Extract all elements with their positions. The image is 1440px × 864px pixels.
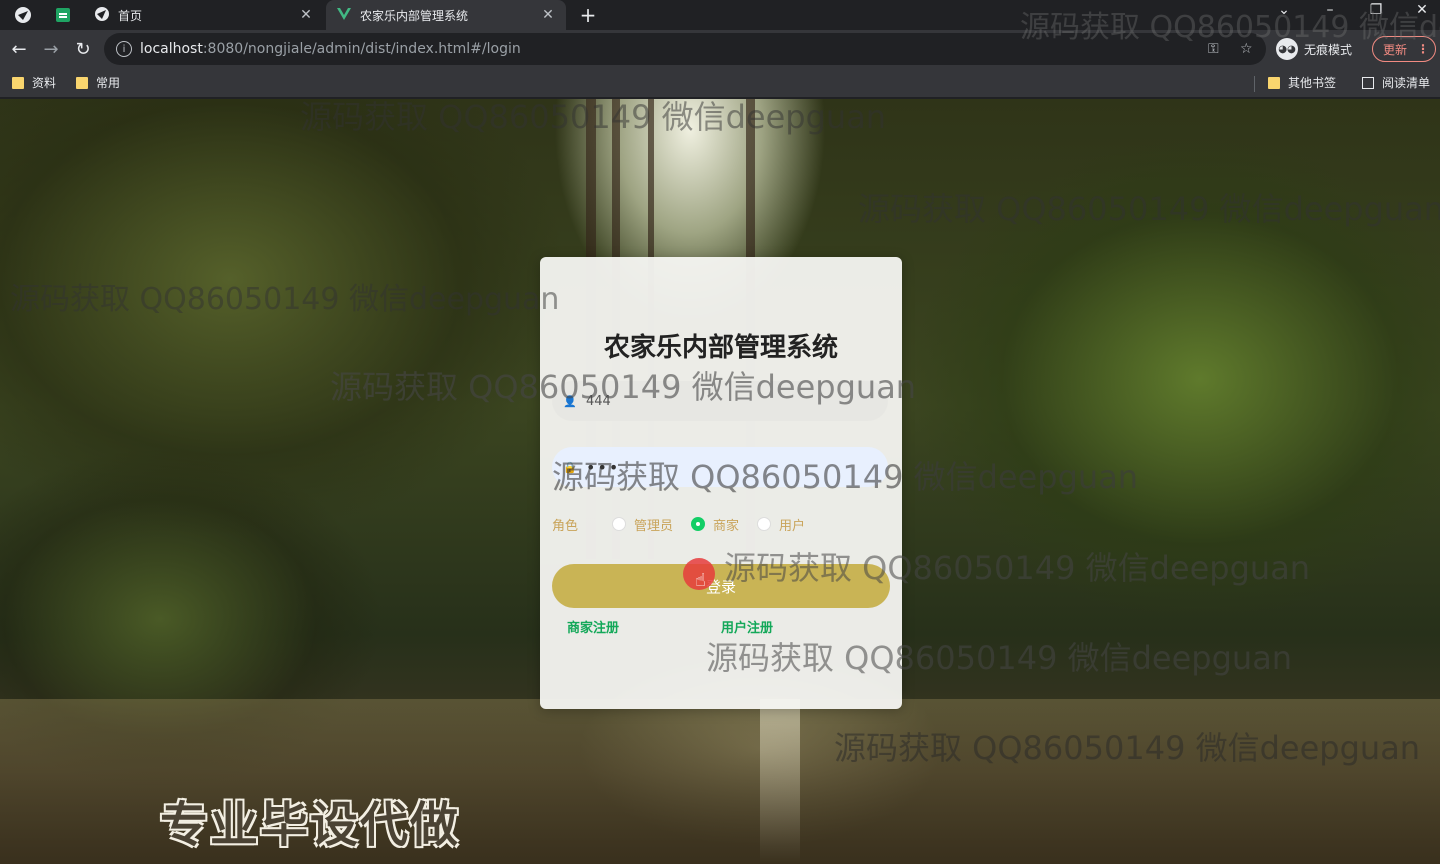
- radio-dot: [757, 517, 772, 531]
- role-radio-admin[interactable]: 管理员: [612, 515, 673, 534]
- watermark: 源码获取 QQ86050149 微信deepguan: [724, 549, 1311, 587]
- system-title: 农家乐内部管理系统: [603, 333, 838, 363]
- vue-icon: [336, 6, 352, 25]
- site-info-icon[interactable]: i: [116, 41, 132, 57]
- tab-active-title: 农家乐内部管理系统: [360, 8, 469, 23]
- forward-button[interactable]: →: [38, 36, 64, 62]
- role-label: 角色: [552, 518, 579, 534]
- watermark: 源码获取 QQ86050149 微信deepguan: [300, 98, 887, 136]
- role-radio-user[interactable]: 用户: [757, 515, 805, 534]
- radio-dot: [612, 517, 627, 531]
- watermark: 源码获取 QQ86050149 微信deepguan: [330, 368, 917, 406]
- reading-list-icon: [1362, 76, 1374, 89]
- tab-home-close-icon[interactable]: ✕: [296, 7, 316, 23]
- bookmark-label: 阅读清单: [1382, 76, 1431, 90]
- back-button[interactable]: ←: [6, 36, 32, 62]
- promo-text: 专业毕设代做: [160, 797, 461, 853]
- role-option-label: 管理员: [634, 518, 674, 534]
- bookmark-label: 常用: [96, 76, 121, 90]
- url-host: localhost: [140, 41, 203, 57]
- register-merchant-link[interactable]: 商家注册: [567, 617, 619, 636]
- role-option-label: 用户: [779, 518, 806, 534]
- tab-home[interactable]: 首页 ✕: [84, 0, 324, 30]
- sheet-app-icon[interactable]: [52, 4, 74, 26]
- folder-icon: [12, 76, 24, 89]
- url-path: :8080/nongjiale/admin/dist/index.html#/l…: [202, 41, 521, 57]
- watermark: 源码获取 QQ86050149 微信deepguan: [858, 190, 1440, 228]
- reading-list[interactable]: 阅读清单: [1362, 74, 1430, 91]
- watermark: 源码获取 QQ86050149 微信deepguan: [10, 282, 560, 317]
- folder-icon: [76, 76, 88, 89]
- bookmark-folder-changyong[interactable]: 常用: [76, 74, 120, 91]
- tab-active-close-icon[interactable]: ✕: [538, 7, 558, 23]
- radio-dot-checked: [691, 517, 706, 531]
- bookmark-label: 其他书签: [1288, 76, 1337, 90]
- folder-icon: [1268, 76, 1280, 89]
- watermark: 源码获取 QQ86050149 微信deepguan: [834, 729, 1421, 767]
- hand-cursor-icon: ☝: [695, 570, 706, 591]
- role-radio-merchant[interactable]: 商家: [691, 515, 739, 534]
- bookmark-other[interactable]: 其他书签: [1268, 74, 1336, 91]
- bookmark-separator: [1254, 76, 1255, 92]
- watermark: 源码获取 QQ86050149 微信deepguan: [552, 458, 1139, 496]
- role-option-label: 商家: [713, 518, 740, 534]
- new-tab-button[interactable]: +: [576, 3, 600, 27]
- watermark: 源码获取 QQ86050149 微信deepguan: [706, 639, 1293, 677]
- bookmark-folder-ziliao[interactable]: 资料: [12, 74, 56, 91]
- tab-active[interactable]: 农家乐内部管理系统 ✕: [326, 0, 566, 30]
- bookmark-label: 资料: [32, 76, 57, 90]
- role-selector: 角色 管理员 商家 用户: [552, 513, 823, 535]
- globe-icon: [94, 6, 110, 25]
- tab-home-title: 首页: [118, 8, 143, 23]
- reload-button[interactable]: ↻: [70, 36, 96, 62]
- browser-app-icon[interactable]: [12, 4, 34, 26]
- river-reflection: [760, 699, 800, 864]
- watermark: 源码获取 QQ86050149 微信deepguan: [1020, 10, 1440, 45]
